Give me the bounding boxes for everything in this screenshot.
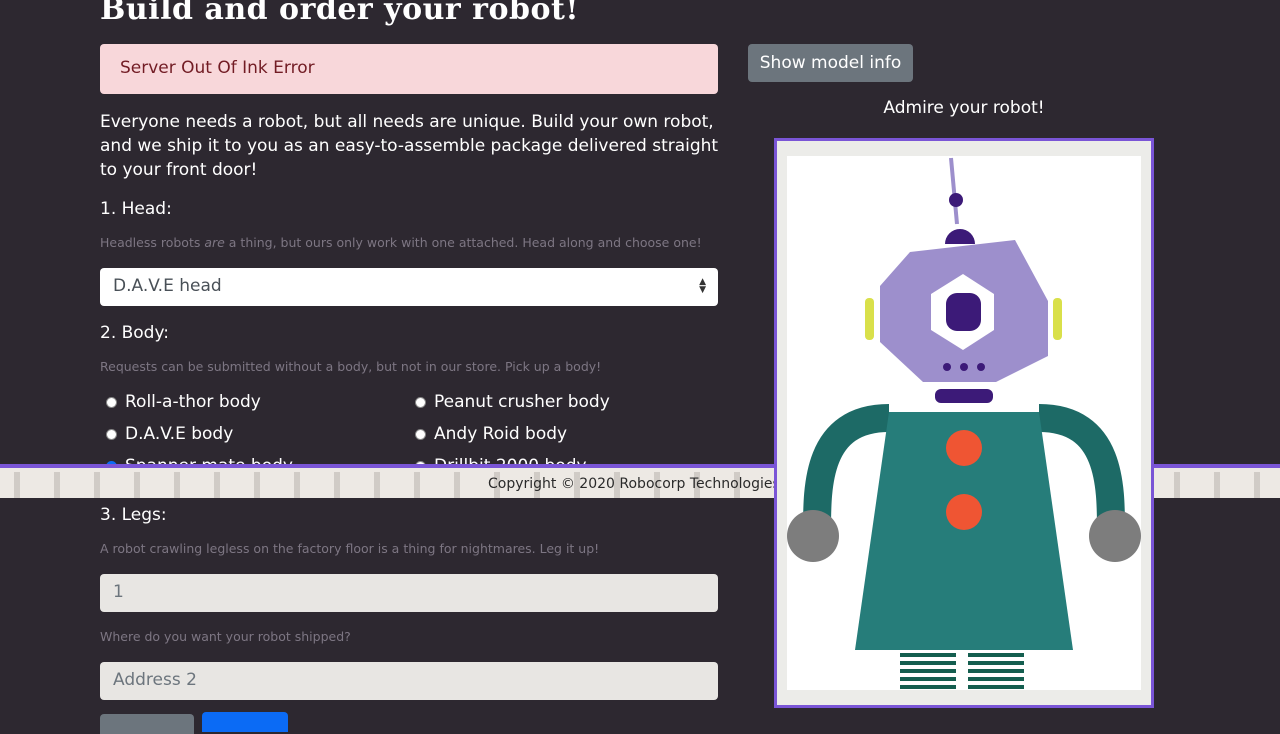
robot-button [946, 494, 982, 530]
radio-button[interactable] [106, 396, 117, 408]
robot-preview-image [787, 156, 1141, 690]
robot-illustration [787, 157, 1141, 690]
robot-antenna-ball [949, 193, 963, 207]
copyright-text: Copyright © 2020 Robocorp Technologies, … [488, 476, 793, 492]
robot-button [946, 430, 982, 466]
body-option-label: Roll-a-thor body [125, 392, 261, 412]
preview-button[interactable] [100, 714, 194, 734]
head-select-value: D.A.V.E head [113, 276, 222, 296]
radio-button[interactable] [106, 428, 117, 440]
address-hint: Where do you want your robot shipped? [100, 629, 351, 644]
radio-button[interactable] [415, 396, 426, 408]
body-option-label: D.A.V.E body [125, 424, 234, 444]
body-option-peanut-crusher[interactable]: Peanut crusher body [415, 392, 610, 412]
select-arrows-icon: ▲ ▼ [699, 277, 706, 295]
legs-label: 3. Legs: [100, 505, 167, 525]
legs-hint: A robot crawling legless on the factory … [100, 541, 600, 556]
robot-neck [935, 389, 993, 403]
head-select[interactable]: D.A.V.E head ▲ ▼ [100, 268, 718, 306]
robot-right-leg [968, 652, 1024, 690]
body-option-label: Andy Roid body [434, 424, 568, 444]
robot-preview-frame [774, 138, 1154, 708]
body-option-andy-roid[interactable]: Andy Roid body [415, 424, 567, 444]
robot-antenna-base [945, 229, 975, 244]
error-alert: Server Out Of Ink Error [100, 44, 718, 94]
robot-left-leg [900, 652, 956, 690]
body-option-dave[interactable]: D.A.V.E body [106, 424, 233, 444]
robot-mouth-dot [960, 363, 968, 371]
intro-text: Everyone needs a robot, but all needs ar… [100, 112, 719, 180]
robot-eye [946, 293, 981, 331]
body-label: 2. Body: [100, 323, 170, 343]
robot-preview-caption: Admire your robot! [883, 98, 1045, 118]
robot-left-hand [787, 510, 839, 562]
page-title: Build and order your robot! [100, 0, 580, 27]
address-input[interactable]: Address 2 [100, 662, 718, 700]
robot-left-ear [865, 298, 874, 340]
robot-mouth-dot [977, 363, 985, 371]
robot-mouth-dot [943, 363, 951, 371]
robot-antenna [949, 157, 959, 225]
robot-right-hand [1089, 510, 1141, 562]
legs-input[interactable]: 1 [100, 574, 718, 612]
robot-right-ear [1053, 298, 1062, 340]
order-button[interactable] [202, 712, 288, 732]
body-option-label: Peanut crusher body [434, 392, 610, 412]
radio-button[interactable] [415, 428, 426, 440]
body-option-roll-a-thor[interactable]: Roll-a-thor body [106, 392, 261, 412]
head-hint: Headless robots are a thing, but ours on… [100, 235, 702, 250]
body-hint: Requests can be submitted without a body… [100, 359, 602, 374]
head-label: 1. Head: [100, 199, 172, 219]
show-model-info-button[interactable]: Show model info [748, 44, 913, 82]
